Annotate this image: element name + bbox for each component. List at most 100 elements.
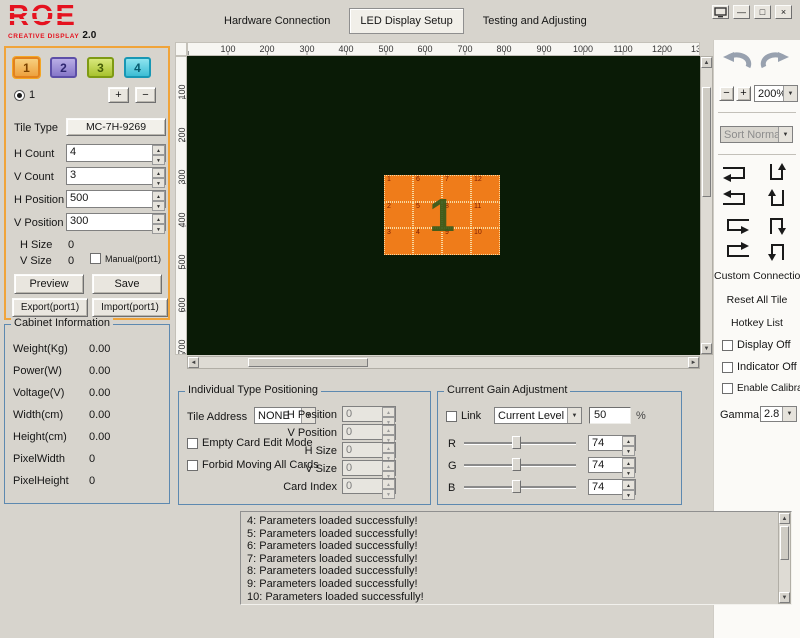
link-checkbox[interactable]: Link	[446, 410, 481, 422]
tile-group-1[interactable]: 1 6 7 12 2 5 8 11 3 4 9 10 1	[384, 175, 500, 255]
hotkey-list-link[interactable]: Hotkey List	[714, 317, 800, 329]
tab-testing-and-adjusting[interactable]: Testing and Adjusting	[472, 8, 598, 34]
scroll-right-icon[interactable]	[688, 357, 699, 368]
spinner-down-icon[interactable]	[622, 468, 635, 478]
display-off-checkbox[interactable]: Display Off	[722, 339, 791, 351]
sort-dropdown[interactable]: Sort Normal	[720, 126, 793, 143]
spinner-up-icon[interactable]	[622, 436, 635, 446]
pos-h-position-stepper[interactable]: 0	[342, 406, 396, 422]
display-layout-canvas[interactable]: 1 6 7 12 2 5 8 11 3 4 9 10 1	[187, 56, 700, 355]
custom-connection-link[interactable]: Custom Connection	[714, 270, 800, 282]
status-log[interactable]: 4: Parameters loaded successfully! 5: Pa…	[240, 511, 792, 605]
green-gain-stepper[interactable]: 74	[588, 457, 636, 473]
display-monitor-icon[interactable]	[712, 5, 729, 19]
scroll-down-icon[interactable]	[779, 592, 790, 603]
spinner-up-icon[interactable]	[152, 191, 165, 201]
canvas-horizontal-scrollbar[interactable]	[187, 356, 700, 369]
port-tab-1[interactable]: 1	[13, 57, 40, 78]
scroll-left-icon[interactable]	[188, 357, 199, 368]
scroll-up-icon[interactable]	[701, 57, 712, 68]
group-radio-1[interactable]: 1	[14, 89, 35, 101]
slider-thumb[interactable]	[512, 458, 521, 471]
connection-pattern-h3-icon[interactable]	[719, 214, 753, 236]
pos-v-size-stepper[interactable]: 0	[342, 460, 396, 476]
pos-v-position-stepper[interactable]: 0	[342, 424, 396, 440]
spinner-up-icon[interactable]	[152, 145, 165, 155]
spinner-up-icon[interactable]	[152, 168, 165, 178]
green-gain-slider[interactable]	[464, 458, 576, 472]
connection-pattern-v3-icon[interactable]	[760, 214, 794, 236]
save-button[interactable]: Save	[92, 274, 162, 294]
h-position-stepper[interactable]: 500	[66, 190, 166, 208]
blue-gain-slider[interactable]	[464, 480, 576, 494]
maximize-button[interactable]: □	[754, 5, 771, 19]
spinner-up-icon[interactable]	[382, 479, 395, 489]
connection-pattern-v2-icon[interactable]	[760, 188, 794, 210]
gain-percent-input[interactable]: 50	[589, 407, 631, 424]
v-position-stepper[interactable]: 300	[66, 213, 166, 231]
spinner-up-icon[interactable]	[622, 458, 635, 468]
spinner-down-icon[interactable]	[152, 178, 165, 188]
zoom-level-dropdown[interactable]: 200%	[754, 85, 798, 102]
current-gain-adjustment-panel: Current Gain Adjustment Link Current Lev…	[437, 391, 682, 505]
spinner-down-icon[interactable]	[152, 155, 165, 165]
spinner-arrows	[622, 480, 635, 494]
spinner-up-icon[interactable]	[382, 407, 395, 417]
h-count-stepper[interactable]: 4	[66, 144, 166, 162]
tab-hardware-connection[interactable]: Hardware Connection	[213, 8, 341, 34]
spinner-up-icon[interactable]	[382, 443, 395, 453]
spinner-down-icon[interactable]	[622, 490, 635, 500]
undo-button[interactable]	[720, 50, 754, 72]
connection-pattern-h1-icon[interactable]	[719, 162, 753, 184]
export-port1-button[interactable]: Export(port1)	[12, 298, 88, 317]
tab-led-display-setup[interactable]: LED Display Setup	[349, 8, 463, 34]
current-level-dropdown[interactable]: Current Level 1	[494, 407, 582, 424]
zoom-out-button[interactable]: −	[719, 86, 734, 101]
scroll-down-icon[interactable]	[701, 343, 712, 354]
redo-button[interactable]	[758, 50, 792, 72]
port-tab-2[interactable]: 2	[50, 57, 77, 78]
port-tab-4[interactable]: 4	[124, 57, 151, 78]
log-vertical-scrollbar[interactable]	[778, 512, 791, 604]
connection-pattern-v1-icon[interactable]	[760, 162, 794, 184]
slider-thumb[interactable]	[512, 436, 521, 449]
spinner-up-icon[interactable]	[382, 425, 395, 435]
preview-button[interactable]: Preview	[14, 274, 84, 294]
scroll-up-icon[interactable]	[779, 513, 790, 524]
connection-pattern-h2-icon[interactable]	[719, 188, 753, 210]
connection-pattern-v4-icon[interactable]	[760, 240, 794, 262]
connection-pattern-h4-icon[interactable]	[719, 240, 753, 262]
scrollbar-thumb[interactable]	[248, 358, 368, 367]
enable-calibration-checkbox[interactable]: Enable Calibration	[722, 383, 800, 394]
add-group-button[interactable]: +	[108, 87, 129, 103]
card-index-stepper[interactable]: 0	[342, 478, 396, 494]
remove-group-button[interactable]: −	[135, 87, 156, 103]
slider-thumb[interactable]	[512, 480, 521, 493]
v-count-stepper[interactable]: 3	[66, 167, 166, 185]
scrollbar-thumb[interactable]	[702, 87, 711, 197]
spinner-up-icon[interactable]	[152, 214, 165, 224]
canvas-vertical-scrollbar[interactable]	[700, 56, 713, 355]
tile-type-button[interactable]: MC-7H-9269	[66, 118, 166, 136]
spinner-down-icon[interactable]	[152, 224, 165, 234]
blue-gain-stepper[interactable]: 74	[588, 479, 636, 495]
manual-port1-checkbox[interactable]: Manual(port1)	[90, 253, 161, 264]
cabinet-row-label: Voltage(V)	[13, 387, 64, 399]
gamma-dropdown[interactable]: 2.8	[760, 406, 797, 422]
red-gain-stepper[interactable]: 74	[588, 435, 636, 451]
zoom-in-button[interactable]: +	[736, 86, 751, 101]
red-gain-slider[interactable]	[464, 436, 576, 450]
import-port1-button[interactable]: Import(port1)	[92, 298, 168, 317]
spinner-down-icon[interactable]	[622, 446, 635, 456]
reset-all-tile-link[interactable]: Reset All Tile	[714, 294, 800, 306]
spinner-up-icon[interactable]	[622, 480, 635, 490]
scrollbar-thumb[interactable]	[780, 526, 789, 560]
close-button[interactable]: ×	[775, 5, 792, 19]
indicator-off-checkbox[interactable]: Indicator Off	[722, 361, 797, 373]
port-tab-3[interactable]: 3	[87, 57, 114, 78]
spinner-up-icon[interactable]	[382, 461, 395, 471]
spinner-down-icon[interactable]	[152, 201, 165, 211]
minimize-button[interactable]: —	[733, 5, 750, 19]
spinner-down-icon[interactable]	[382, 489, 395, 499]
pos-h-size-stepper[interactable]: 0	[342, 442, 396, 458]
